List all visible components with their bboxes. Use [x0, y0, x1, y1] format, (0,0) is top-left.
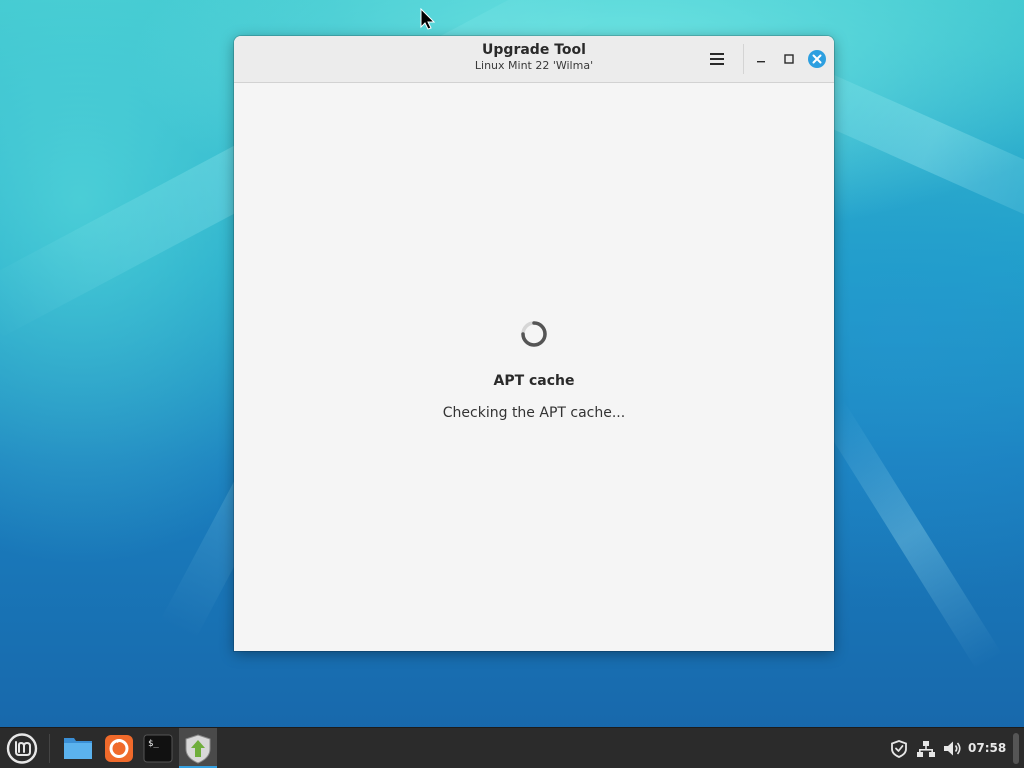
tray-network[interactable] [913, 728, 939, 768]
files-launcher[interactable] [58, 728, 98, 768]
terminal-icon: $_ [143, 734, 173, 763]
window-content: APT cache Checking the APT cache... [234, 83, 834, 651]
show-desktop-button[interactable] [1013, 733, 1019, 764]
tray-volume[interactable] [939, 728, 965, 768]
status-message: Checking the APT cache... [442, 405, 626, 421]
upgrade-tool-launcher[interactable] [179, 728, 217, 768]
taskbar: $_ 07:58 [0, 727, 1024, 768]
desktop: Upgrade Tool Linux Mint 22 'Wilma' APT c… [0, 0, 1024, 768]
mouse-cursor-icon [420, 8, 436, 30]
clock[interactable]: 07:58 [968, 728, 1008, 768]
taskbar-divider [49, 734, 50, 763]
terminal-launcher[interactable]: $_ [139, 728, 177, 768]
loading-spinner-icon [521, 321, 547, 347]
firefox-icon [105, 735, 133, 762]
network-icon [917, 741, 935, 757]
close-icon [812, 54, 822, 64]
hamburger-menu-icon[interactable] [704, 48, 730, 70]
tray-update-manager[interactable] [886, 728, 912, 768]
title-block: Upgrade Tool Linux Mint 22 'Wilma' [384, 42, 684, 73]
titlebar-separator [743, 44, 744, 74]
window-titlebar[interactable]: Upgrade Tool Linux Mint 22 'Wilma' [234, 36, 834, 83]
files-icon [64, 738, 92, 759]
window-title: Upgrade Tool [482, 42, 586, 58]
minimize-icon[interactable] [752, 50, 770, 68]
mint-menu-icon [6, 733, 38, 764]
svg-text:$_: $_ [148, 739, 159, 749]
window-subtitle: Linux Mint 22 'Wilma' [474, 59, 594, 72]
status-title: APT cache [493, 373, 575, 389]
firefox-launcher[interactable] [100, 728, 138, 768]
upgrade-tool-icon [185, 734, 211, 764]
maximize-icon[interactable] [780, 50, 798, 68]
wallpaper-streak [817, 399, 1003, 671]
close-button[interactable] [808, 50, 826, 68]
upgrade-tool-window: Upgrade Tool Linux Mint 22 'Wilma' APT c… [234, 36, 834, 651]
volume-icon [944, 741, 961, 756]
mint-menu-button[interactable] [4, 728, 40, 768]
shield-icon [891, 740, 907, 758]
